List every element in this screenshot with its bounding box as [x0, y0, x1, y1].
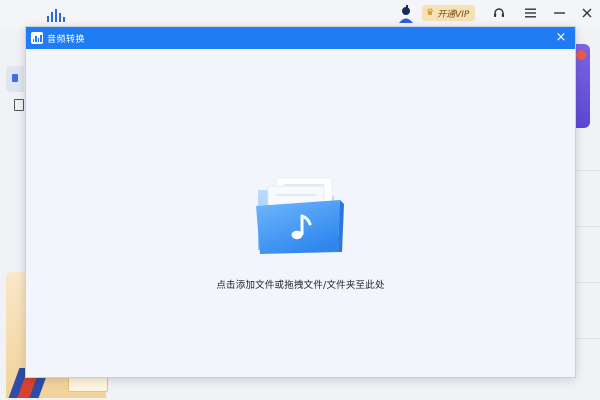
user-avatar[interactable] [396, 4, 416, 24]
dialog-title: 音频转换 [47, 34, 86, 45]
sidebar-item-icon [12, 74, 18, 82]
dialog-title-bar: 音频转换 × [26, 27, 575, 49]
fire-icon [576, 50, 586, 60]
app-top-bar: ♛ 开通VIP [0, 0, 600, 28]
audio-convert-dialog: 音频转换 × 点击添加文件或拖拽文件/文件夹至此处 [26, 27, 575, 377]
file-drop-zone[interactable]: 点击添加文件或拖拽文件/文件夹至此处 [26, 49, 575, 377]
drop-hint-text: 点击添加文件或拖拽文件/文件夹至此处 [216, 280, 385, 291]
vip-label: 开通VIP [437, 9, 470, 20]
document-icon[interactable] [14, 99, 24, 111]
banner-tag [68, 376, 108, 392]
audio-converter-app: ♛ 开通VIP 音频转换 × 点击添加文件或拖拽文件/文件夹至此处 [0, 0, 600, 400]
dialog-close-button[interactable]: × [553, 30, 569, 46]
minimize-icon[interactable] [550, 4, 568, 22]
crown-icon: ♛ [426, 8, 435, 18]
close-icon[interactable] [578, 4, 596, 22]
headset-icon[interactable] [490, 4, 508, 22]
audio-waveform-icon [47, 9, 65, 22]
menu-icon[interactable] [521, 4, 539, 22]
open-vip-button[interactable]: ♛ 开通VIP [422, 5, 476, 21]
promo-card[interactable] [574, 44, 590, 128]
sidebar-item-active[interactable] [6, 66, 24, 92]
music-folder-icon [256, 177, 344, 254]
background-list [576, 160, 600, 390]
audio-waveform-icon [31, 32, 43, 44]
